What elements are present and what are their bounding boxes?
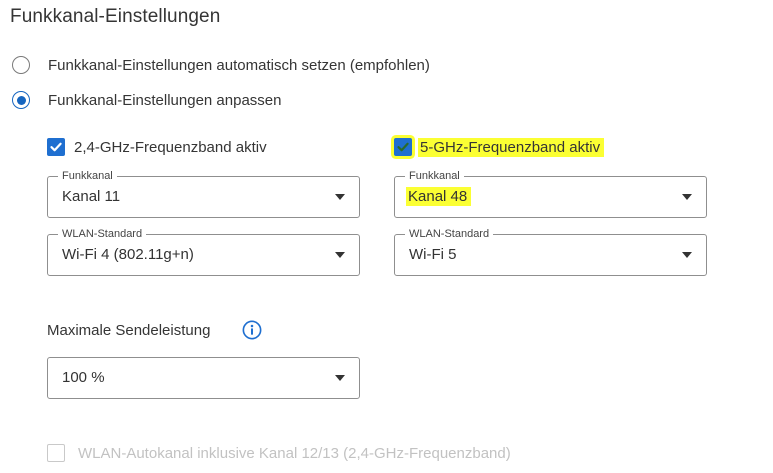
band-24-checkbox[interactable]	[47, 138, 65, 156]
autochannel-checkbox-row: WLAN-Autokanal inklusive Kanal 12/13 (2,…	[47, 441, 511, 465]
power-value: 100 %	[62, 369, 105, 386]
band-24-standard-legend: WLAN-Standard	[58, 228, 147, 240]
band-5-label-text: 5-GHz-Frequenzband aktiv	[418, 137, 605, 157]
band-24-channel-select[interactable]: Funkkanal Kanal 11	[47, 170, 360, 218]
checkmark-icon	[50, 142, 62, 152]
section-heading: Funkkanal-Einstellungen	[10, 6, 221, 27]
autochannel-label: WLAN-Autokanal inklusive Kanal 12/13 (2,…	[78, 444, 511, 462]
band-5-channel-legend: Funkkanal	[405, 170, 464, 182]
band-5-channel-select[interactable]: Funkkanal Kanal 48	[394, 170, 707, 218]
chevron-down-icon	[335, 194, 345, 200]
power-label: Maximale Sendeleistung	[47, 322, 211, 339]
band-5-channel-value: Kanal 48	[406, 187, 472, 206]
band-24-channel-value: Kanal 11	[62, 188, 121, 205]
checkmark-icon	[397, 142, 409, 152]
band-5-checkbox-row[interactable]: 5-GHz-Frequenzband aktiv	[394, 135, 605, 159]
chevron-down-icon	[335, 252, 345, 258]
autochannel-checkbox	[47, 444, 65, 462]
band-5-standard-value: Wi-Fi 5	[409, 246, 457, 263]
power-select[interactable]: 100 %	[47, 357, 360, 399]
band-5-channel-value-text: Kanal 48	[406, 187, 472, 206]
band-24-standard-value: Wi-Fi 4 (802.11g+n)	[62, 246, 194, 263]
radio-selected-dot	[16, 95, 26, 105]
chevron-down-icon	[335, 375, 345, 381]
chevron-down-icon	[682, 252, 692, 258]
band-5-label: 5-GHz-Frequenzband aktiv	[418, 137, 605, 157]
band-5-standard-select[interactable]: WLAN-Standard Wi-Fi 5	[394, 228, 707, 276]
info-circle-icon[interactable]	[242, 320, 262, 345]
radio-auto[interactable]	[12, 56, 30, 74]
chevron-down-icon	[682, 194, 692, 200]
radio-custom-label: Funkkanal-Einstellungen anpassen	[48, 91, 282, 109]
radio-auto-row[interactable]: Funkkanal-Einstellungen automatisch setz…	[12, 53, 430, 77]
radio-auto-label: Funkkanal-Einstellungen automatisch setz…	[48, 56, 430, 74]
band-5-checkbox[interactable]	[394, 138, 412, 156]
band-5-standard-legend: WLAN-Standard	[405, 228, 494, 240]
radio-custom-row[interactable]: Funkkanal-Einstellungen anpassen	[12, 88, 282, 112]
band-24-standard-select[interactable]: WLAN-Standard Wi-Fi 4 (802.11g+n)	[47, 228, 360, 276]
radio-custom[interactable]	[12, 91, 30, 109]
band-24-label: 2,4-GHz-Frequenzband aktiv	[74, 138, 267, 156]
band-24-checkbox-row[interactable]: 2,4-GHz-Frequenzband aktiv	[47, 135, 267, 159]
band-24-channel-legend: Funkkanal	[58, 170, 117, 182]
